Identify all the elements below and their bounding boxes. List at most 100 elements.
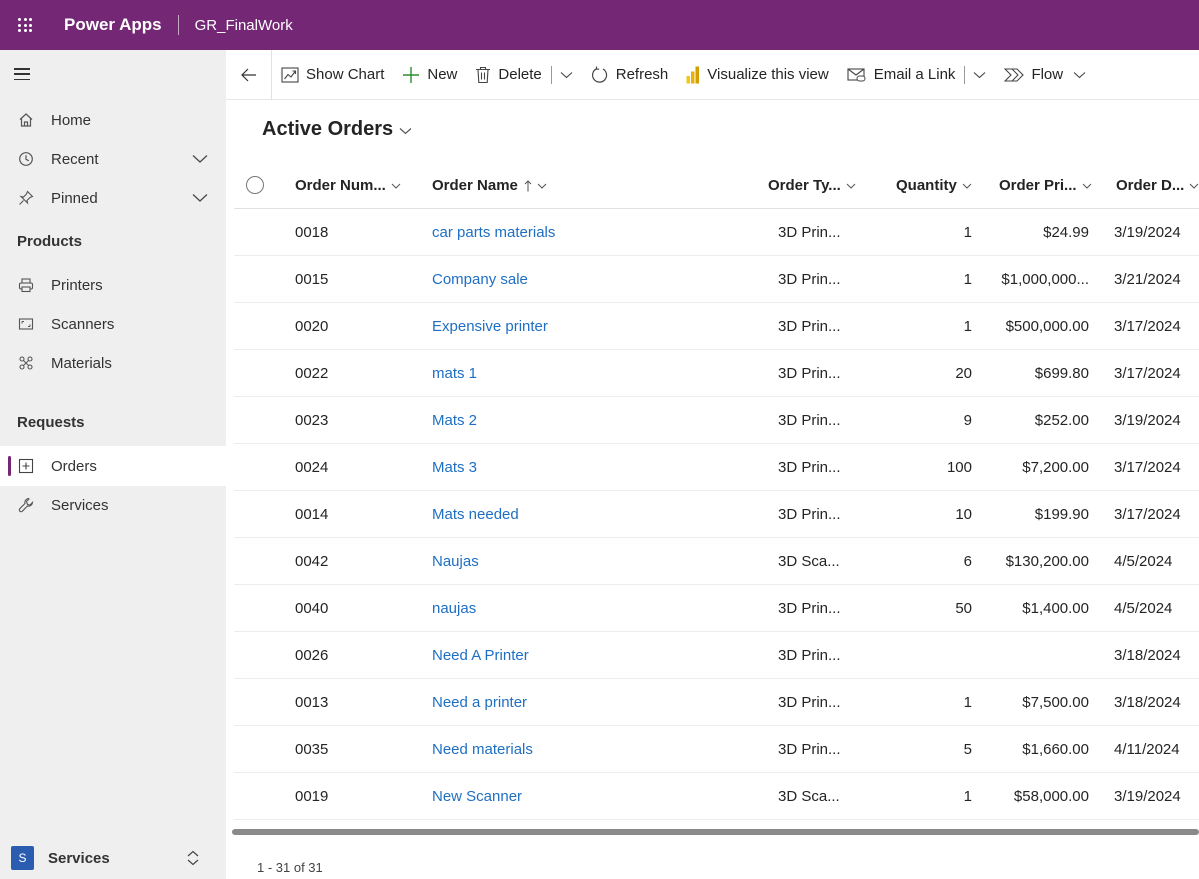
cell-order-date: 3/17/2024 — [1114, 365, 1181, 382]
app-launcher-icon[interactable] — [0, 0, 50, 50]
cell-order-date: 4/11/2024 — [1114, 741, 1180, 758]
cell-order-type: 3D Prin... — [778, 459, 841, 476]
cell-order-name-link[interactable]: Mats 3 — [432, 459, 477, 476]
select-all-checkbox[interactable] — [246, 176, 264, 194]
sidebar-item-orders[interactable]: Orders — [0, 446, 226, 486]
cell-quantity: 9 — [963, 412, 972, 429]
cell-order-name-link[interactable]: mats 1 — [432, 365, 477, 382]
sidebar-item-materials[interactable]: Materials — [0, 343, 226, 383]
cell-order-name-link[interactable]: Mats needed — [432, 506, 519, 523]
cell-order-name-link[interactable]: naujas — [432, 600, 476, 617]
table-row[interactable]: 0042 Naujas 3D Sca... 6 $130,200.00 4/5/… — [234, 538, 1199, 585]
sidebar-item-printers[interactable]: Printers — [0, 265, 226, 305]
table-row[interactable]: 0035 Need materials 3D Prin... 5 $1,660.… — [234, 726, 1199, 773]
sidebar-item-recent[interactable]: Recent — [0, 139, 226, 179]
column-header-label: Order D... — [1116, 177, 1185, 194]
cell-order-type: 3D Sca... — [778, 788, 840, 805]
cell-order-number: 0018 — [295, 224, 329, 241]
cell-order-number: 0014 — [295, 506, 329, 523]
cell-order-name-link[interactable]: Company sale — [432, 271, 528, 288]
table-row[interactable]: 0018 car parts materials 3D Prin... 1 $2… — [234, 209, 1199, 256]
horizontal-scrollbar[interactable] — [232, 829, 1199, 835]
cell-order-price: $24.99 — [1043, 224, 1089, 241]
cell-order-number: 0020 — [295, 318, 329, 335]
cell-quantity: 1 — [963, 694, 972, 711]
cell-order-name-link[interactable]: Need a printer — [432, 694, 527, 711]
cell-order-price: $7,200.00 — [1022, 459, 1089, 476]
table-row[interactable]: 0024 Mats 3 3D Prin... 100 $7,200.00 3/1… — [234, 444, 1199, 491]
column-header-quantity[interactable]: Quantity — [896, 177, 972, 194]
cell-order-type: 3D Prin... — [778, 600, 841, 617]
cell-order-price: $1,660.00 — [1022, 741, 1089, 758]
chevron-down-icon — [399, 118, 412, 141]
chevron-down-icon[interactable] — [1073, 66, 1086, 83]
chevron-down-icon[interactable] — [192, 151, 208, 168]
table-row[interactable]: 0026 Need A Printer 3D Prin... 3/18/2024 — [234, 632, 1199, 679]
grid-header-row: Order Num... Order Name Order Ty... Quan… — [234, 162, 1199, 209]
cell-order-price: $58,000.00 — [1013, 788, 1089, 805]
refresh-icon — [591, 66, 609, 84]
column-header-order-price[interactable]: Order Pri... — [999, 177, 1092, 194]
sidebar-item-pinned[interactable]: Pinned — [0, 178, 226, 218]
cell-order-type: 3D Prin... — [778, 647, 841, 664]
sidebar-item-scanners[interactable]: Scanners — [0, 304, 226, 344]
table-row[interactable]: 0015 Company sale 3D Prin... 1 $1,000,00… — [234, 256, 1199, 303]
cell-order-date: 3/18/2024 — [1114, 694, 1181, 711]
wrench-icon — [17, 496, 35, 514]
sidebar-item-home[interactable]: Home — [0, 100, 226, 140]
cell-order-name-link[interactable]: Mats 2 — [432, 412, 477, 429]
cell-order-type: 3D Prin... — [778, 318, 841, 335]
hamburger-menu-icon[interactable] — [14, 68, 30, 80]
sidebar-group-products: Products — [17, 233, 83, 250]
chevron-up-down-icon[interactable] — [186, 850, 200, 870]
cell-order-price: $7,500.00 — [1022, 694, 1089, 711]
email-link-button[interactable]: Email a Link — [838, 50, 996, 100]
cell-order-name-link[interactable]: Expensive printer — [432, 318, 548, 335]
paging-status: 1 - 31 of 31 — [257, 860, 323, 875]
cell-order-name-link[interactable]: New Scanner — [432, 788, 522, 805]
email-link-split[interactable] — [964, 65, 986, 84]
view-title: Active Orders — [262, 118, 394, 140]
view-selector[interactable]: Active Orders — [262, 118, 412, 141]
back-arrow-icon[interactable] — [226, 49, 272, 100]
sidebar-item-services[interactable]: Services — [0, 485, 226, 525]
printer-icon — [17, 276, 35, 294]
cell-order-type: 3D Prin... — [778, 741, 841, 758]
environment-name[interactable]: GR_FinalWork — [179, 17, 293, 34]
column-header-order-date[interactable]: Order D... — [1116, 177, 1199, 194]
cell-order-number: 0023 — [295, 412, 329, 429]
flow-button[interactable]: Flow — [995, 50, 1095, 100]
table-row[interactable]: 0022 mats 1 3D Prin... 20 $699.80 3/17/2… — [234, 350, 1199, 397]
new-button[interactable]: New — [393, 50, 466, 100]
table-row[interactable]: 0023 Mats 2 3D Prin... 9 $252.00 3/19/20… — [234, 397, 1199, 444]
sidebar-item-label: Scanners — [51, 315, 115, 333]
refresh-button[interactable]: Refresh — [582, 50, 678, 100]
cell-order-name-link[interactable]: car parts materials — [432, 224, 555, 241]
cell-order-type: 3D Prin... — [778, 271, 841, 288]
sidebar-item-label: Pinned — [51, 189, 98, 207]
column-header-order-name[interactable]: Order Name — [432, 177, 547, 194]
sidebar-item-label: Orders — [51, 457, 97, 475]
column-header-order-number[interactable]: Order Num... — [295, 177, 401, 194]
cell-order-name-link[interactable]: Naujas — [432, 553, 479, 570]
table-row[interactable]: 0020 Expensive printer 3D Prin... 1 $500… — [234, 303, 1199, 350]
app-name[interactable]: Power Apps — [50, 15, 178, 35]
chevron-down-icon[interactable] — [192, 190, 208, 207]
column-header-order-type[interactable]: Order Ty... — [768, 177, 856, 194]
table-row[interactable]: 0019 New Scanner 3D Sca... 1 $58,000.00 … — [234, 773, 1199, 820]
email-link-label: Email a Link — [873, 66, 956, 83]
cell-quantity: 50 — [955, 600, 972, 617]
delete-button[interactable]: Delete — [466, 50, 581, 100]
cell-order-date: 3/18/2024 — [1114, 647, 1181, 664]
delete-split[interactable] — [550, 65, 573, 84]
show-chart-button[interactable]: Show Chart — [272, 50, 393, 100]
clock-icon — [17, 150, 35, 168]
visualize-view-button[interactable]: Visualize this view — [677, 50, 837, 100]
cell-order-name-link[interactable]: Need A Printer — [432, 647, 529, 664]
area-switcher[interactable]: S Services — [0, 837, 226, 879]
table-row[interactable]: 0013 Need a printer 3D Prin... 1 $7,500.… — [234, 679, 1199, 726]
table-row[interactable]: 0040 naujas 3D Prin... 50 $1,400.00 4/5/… — [234, 585, 1199, 632]
table-row[interactable]: 0014 Mats needed 3D Prin... 10 $199.90 3… — [234, 491, 1199, 538]
cell-order-price: $1,400.00 — [1022, 600, 1089, 617]
cell-order-name-link[interactable]: Need materials — [432, 741, 533, 758]
